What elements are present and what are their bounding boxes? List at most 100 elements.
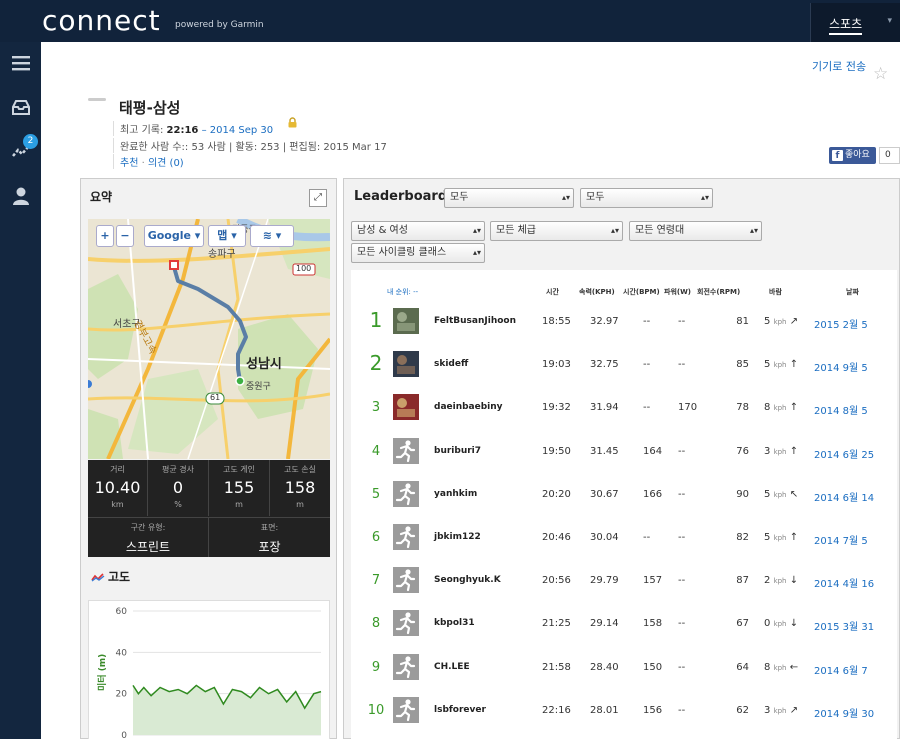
- date-link[interactable]: 2015 2월 5: [814, 316, 868, 331]
- elevation-heading: 고도: [91, 568, 130, 585]
- expand-icon[interactable]: ⤢: [309, 189, 327, 207]
- power-header[interactable]: 파워(W): [664, 287, 691, 297]
- date-header[interactable]: 날짜: [846, 287, 859, 297]
- stat-label: 표면:: [260, 523, 279, 532]
- wind-cell: 8 kph ←: [764, 662, 798, 673]
- wind-direction-icon: ↑: [789, 532, 799, 543]
- table-row[interactable]: 10 lsbforever 22:16 28.01 156 -- 62 3 kph ↗ 2014…: [351, 695, 897, 738]
- my-rank-header[interactable]: 내 순위: --: [387, 287, 418, 297]
- table-row[interactable]: 1 FeltBusanJihoon 18:55 32.97 -- -- 81 5 kph ↗ 2…: [351, 306, 897, 349]
- athlete-name-link[interactable]: FeltBusanJihoon: [434, 316, 516, 326]
- wind-header[interactable]: 바람: [769, 287, 782, 297]
- like-label: 좋아요: [845, 150, 870, 160]
- notification-badge: 2: [23, 134, 38, 149]
- wind-speed: 8: [764, 402, 771, 414]
- table-row[interactable]: 7 Seonghyuk.K 20:56 29.79 157 -- 87 2 kph ↓ 2014…: [351, 565, 897, 608]
- athlete-name-link[interactable]: kbpol31: [434, 618, 475, 628]
- segment-map[interactable]: 광동구 송파구 서초구 성남시 중원구 경부고속 100 61 + − Goog…: [88, 219, 330, 459]
- select-arrows-icon: ▴▾: [749, 226, 758, 235]
- facebook-like-button[interactable]: f 좋아요: [829, 147, 876, 164]
- wind-cell: 5 kph ↑: [764, 359, 798, 370]
- date-link[interactable]: 2014 9월 5: [814, 359, 868, 374]
- power-cell: --: [678, 445, 686, 457]
- time-cell: 22:16: [542, 704, 571, 716]
- date-link[interactable]: 2014 6월 7: [814, 662, 868, 677]
- wind-cell: 3 kph ↑: [764, 446, 798, 457]
- send-to-device-link[interactable]: 기기로 전송: [812, 58, 866, 74]
- record-date-link[interactable]: 2014 Sep 30: [210, 125, 273, 136]
- wind-unit: kph: [773, 706, 787, 715]
- zoom-out-button[interactable]: −: [116, 225, 134, 247]
- map-provider-select[interactable]: Google ▾: [144, 225, 204, 247]
- record-line: 최고 기록: 22:16 – 2014 Sep 30: [113, 121, 273, 136]
- time-header[interactable]: 시간: [546, 287, 559, 297]
- wind-unit: kph: [773, 663, 787, 672]
- time-cell: 19:32: [542, 402, 571, 414]
- table-row[interactable]: 3 daeinbaebiny 19:32 31.94 -- 170 78 8 kph ↑ 201…: [351, 392, 897, 435]
- hr-header[interactable]: 시간(BPM): [623, 287, 660, 297]
- recommend-link[interactable]: 추천: [120, 158, 138, 169]
- wind-cell: 2 kph ↓: [764, 575, 798, 586]
- date-link[interactable]: 2014 6월 25: [814, 446, 874, 461]
- class-select[interactable]: 모든 사이클링 클래스 ▴▾: [351, 243, 485, 263]
- table-row[interactable]: 9 CH.LEE 21:58 28.40 150 -- 64 8 kph ← 2014 6월 7: [351, 652, 897, 695]
- elevation-icon: [91, 573, 105, 582]
- map-layers-select[interactable]: ≋ ▾: [250, 225, 294, 247]
- wind-speed: 5: [764, 316, 771, 327]
- profile-icon[interactable]: [10, 186, 32, 206]
- cadence-cell: 67: [736, 618, 749, 630]
- date-link[interactable]: 2014 9월 30: [814, 705, 874, 720]
- wind-speed: 5: [764, 359, 771, 371]
- table-row[interactable]: 5 yanhkim 20:20 30.67 166 -- 90 5 kph ↖ 2014 6월 …: [351, 479, 897, 522]
- select-value: 남성 & 여성: [357, 225, 408, 236]
- age-select[interactable]: 모든 연령대 ▴▾: [629, 221, 762, 241]
- inbox-icon[interactable]: [10, 98, 32, 118]
- wind-unit: kph: [773, 318, 787, 326]
- connect-logo[interactable]: connect: [42, 4, 161, 37]
- segment-title: 태평-삼성: [119, 99, 181, 117]
- stat-label: 고도 게인: [223, 465, 255, 474]
- table-row[interactable]: 6 jbkim122 20:46 30.04 -- -- 82 5 kph ↑ 2014 7월 …: [351, 522, 897, 565]
- time-cell: 20:20: [542, 488, 571, 500]
- sports-menu-button[interactable]: 스포츠 ▾: [810, 3, 900, 42]
- athlete-name-link[interactable]: lsbforever: [434, 705, 486, 715]
- date-link[interactable]: 2015 3월 31: [814, 618, 874, 633]
- date-link[interactable]: 2014 6월 14: [814, 489, 874, 504]
- speed-cell: 31.45: [590, 445, 619, 457]
- map-label-songpa: 송파구: [208, 249, 236, 260]
- athlete-name-link[interactable]: skideff: [434, 359, 468, 369]
- map-type-select[interactable]: 맵 ▾: [208, 225, 246, 247]
- zoom-in-button[interactable]: +: [96, 225, 114, 247]
- rank-number: 1: [369, 308, 383, 332]
- athlete-name-link[interactable]: yanhkim: [434, 489, 477, 499]
- date-link[interactable]: 2014 8월 5: [814, 402, 868, 417]
- menu-icon[interactable]: [10, 54, 32, 74]
- athlete-name-link[interactable]: Seonghyuk.K: [434, 575, 501, 585]
- speed-header[interactable]: 속력(KPH): [579, 287, 615, 297]
- athlete-name-link[interactable]: CH.LEE: [434, 662, 470, 672]
- time-cell: 20:56: [542, 575, 571, 587]
- elevation-chart[interactable]: 미터 (m) 60 40 20 0: [88, 600, 330, 739]
- table-row[interactable]: 2 skideff 19:03 32.75 -- -- 85 5 kph ↑ 2014 9월 5: [351, 349, 897, 392]
- power-cell: --: [678, 532, 686, 543]
- cadence-header[interactable]: 회전수(RPM): [697, 287, 740, 297]
- athlete-name-link[interactable]: jbkim122: [434, 532, 481, 542]
- comments-link[interactable]: 의견 (0): [148, 158, 184, 169]
- scope-select-1[interactable]: 모두 ▴▾: [444, 188, 574, 208]
- athlete-name-link[interactable]: buriburi7: [434, 446, 481, 456]
- star-icon[interactable]: ☆: [873, 64, 888, 84]
- weight-select[interactable]: 모든 체급 ▴▾: [490, 221, 623, 241]
- scope-select-2[interactable]: 모두 ▴▾: [580, 188, 713, 208]
- power-cell: --: [678, 359, 686, 371]
- gender-select[interactable]: 남성 & 여성 ▴▾: [351, 221, 485, 241]
- table-row[interactable]: 4 buriburi7 19:50 31.45 164 -- 76 3 kph ↑ 2014 6…: [351, 436, 897, 479]
- table-row[interactable]: 8 kbpol31 21:25 29.14 158 -- 67 0 kph ↓ 2015 3월 …: [351, 608, 897, 651]
- summary-heading: 요약: [90, 190, 113, 204]
- hr-cell: 150: [643, 661, 663, 673]
- athlete-name-link[interactable]: daeinbaebiny: [434, 402, 503, 412]
- date-link[interactable]: 2014 7월 5: [814, 532, 868, 547]
- speed-cell: 30.04: [590, 532, 619, 543]
- date-link[interactable]: 2014 4월 16: [814, 575, 874, 590]
- cadence-cell: 76: [736, 445, 749, 457]
- select-arrows-icon: ▴▾: [561, 193, 570, 202]
